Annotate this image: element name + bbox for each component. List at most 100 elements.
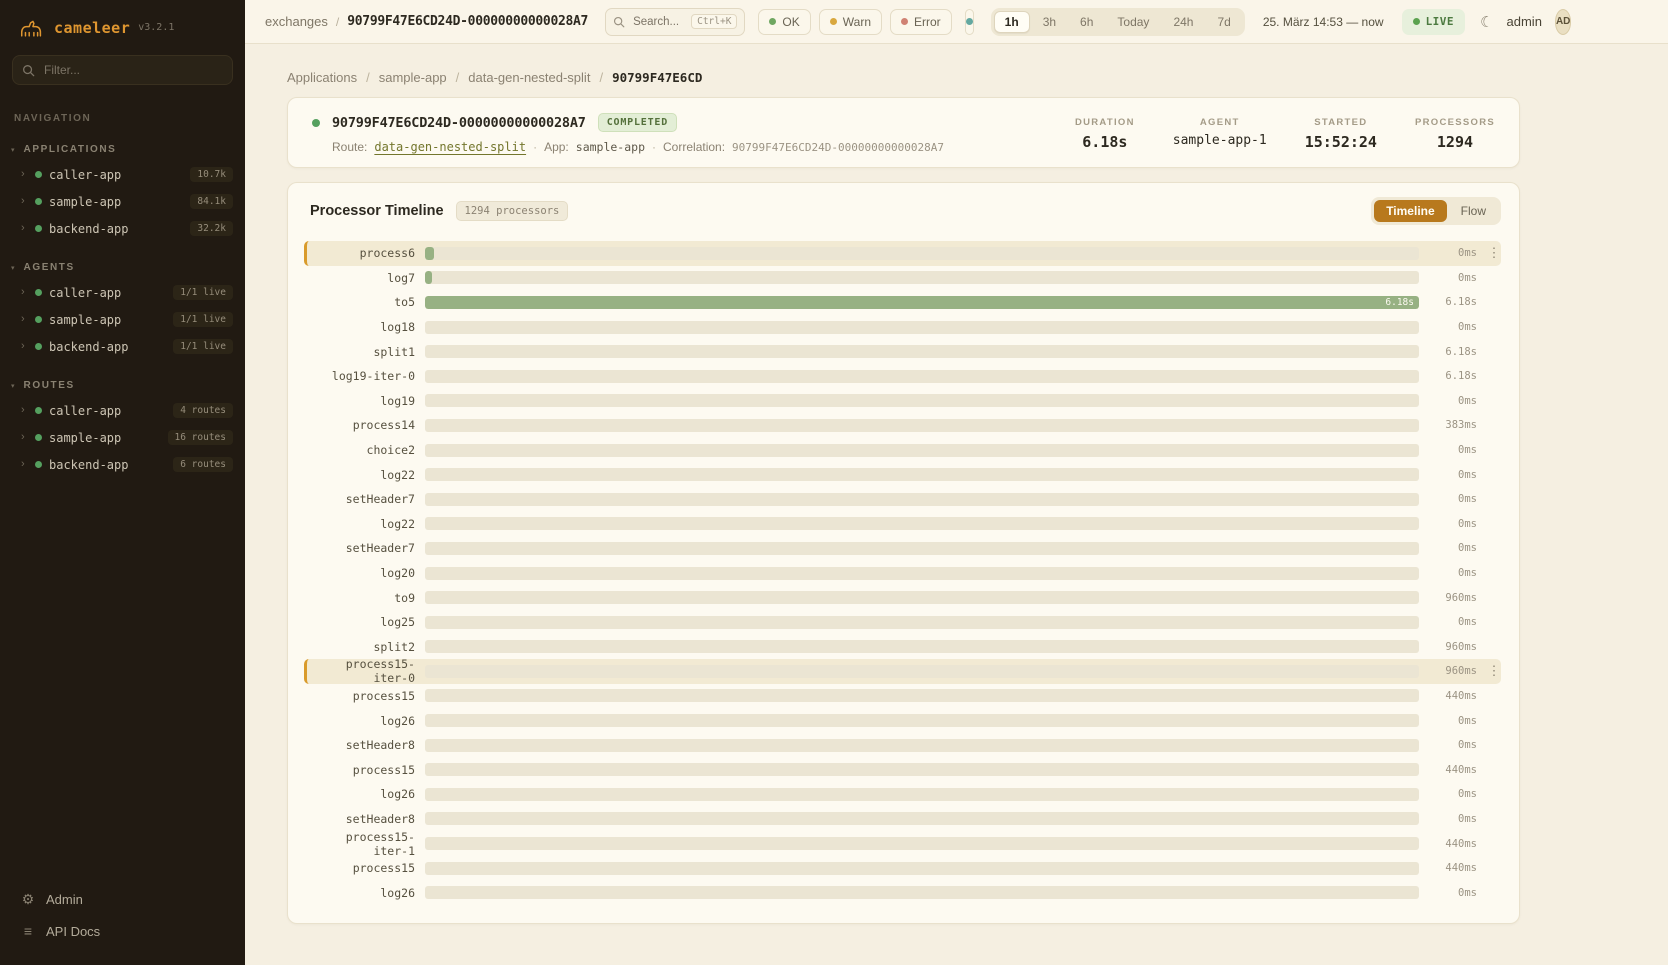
timeline-row-process15-iter-0[interactable]: process15-iter-0960ms⋮ xyxy=(304,659,1501,684)
breadcrumb-separator: / xyxy=(456,70,460,85)
time-range-1h[interactable]: 1h xyxy=(994,11,1030,33)
exchange-meta: Route: data-gen-nested-split · App: samp… xyxy=(332,140,944,154)
breadcrumb-exchanges[interactable]: exchanges xyxy=(265,14,328,29)
collapse-caret-icon: ▾ xyxy=(11,382,15,390)
sidebar-item-label: backend-app xyxy=(49,222,128,236)
timeline-row-setHeader8[interactable]: setHeader80ms⋮ xyxy=(304,807,1501,832)
filter-extra[interactable] xyxy=(965,9,974,35)
time-range-3h[interactable]: 3h xyxy=(1032,11,1067,33)
timeline-row-log19[interactable]: log190ms⋮ xyxy=(304,389,1501,414)
timeline-track xyxy=(425,837,1419,850)
timeline-track xyxy=(425,419,1419,432)
timeline-row-log26[interactable]: log260ms⋮ xyxy=(304,782,1501,807)
view-toggle-flow[interactable]: Flow xyxy=(1449,200,1498,222)
processor-duration: 960ms xyxy=(1429,665,1477,677)
kebab-menu-icon[interactable]: ⋮ xyxy=(1487,663,1501,679)
sidebar-item-backend-app[interactable]: ›backend-app32.2k xyxy=(0,215,245,242)
timeline-row-setHeader7[interactable]: setHeader70ms⋮ xyxy=(304,536,1501,561)
exchange-summary-card: 90799F47E6CD24D-00000000000028A7 COMPLET… xyxy=(287,97,1520,168)
global-search[interactable]: Ctrl+K xyxy=(605,8,745,36)
timeline-row-setHeader7[interactable]: setHeader70ms⋮ xyxy=(304,487,1501,512)
global-search-input[interactable] xyxy=(631,15,685,29)
timeline-track xyxy=(425,886,1419,899)
time-range-today[interactable]: Today xyxy=(1106,11,1160,33)
filter-pill-warn[interactable]: Warn xyxy=(819,9,882,35)
status-dot xyxy=(830,18,837,25)
time-range-7d[interactable]: 7d xyxy=(1206,11,1241,33)
timeline-row-log22[interactable]: log220ms⋮ xyxy=(304,512,1501,537)
timeline-row-process6[interactable]: process60ms⋮ xyxy=(304,241,1501,266)
timeline-row-log25[interactable]: log250ms⋮ xyxy=(304,610,1501,635)
time-range-6h[interactable]: 6h xyxy=(1069,11,1104,33)
sidebar-item-caller-app[interactable]: ›caller-app1/1 live xyxy=(0,279,245,306)
sidebar-filter[interactable] xyxy=(12,55,233,85)
breadcrumb-item-data-gen-nested-split[interactable]: data-gen-nested-split xyxy=(468,70,590,85)
timeline-row-log26[interactable]: log260ms⋮ xyxy=(304,880,1501,905)
timeline-row-to5[interactable]: to56.18s6.18s⋮ xyxy=(304,290,1501,315)
view-toggle-timeline[interactable]: Timeline xyxy=(1374,200,1446,222)
sidebar-item-sample-app[interactable]: ›sample-app84.1k xyxy=(0,188,245,215)
timeline-row-log18[interactable]: log180ms⋮ xyxy=(304,315,1501,340)
sidebar-item-badge: 1/1 live xyxy=(173,285,233,300)
avatar[interactable]: AD xyxy=(1555,9,1571,35)
timeline-row-process15[interactable]: process15440ms⋮ xyxy=(304,684,1501,709)
timeline-row-log22[interactable]: log220ms⋮ xyxy=(304,462,1501,487)
timeline-row-log20[interactable]: log200ms⋮ xyxy=(304,561,1501,586)
timeline-row-choice2[interactable]: choice20ms⋮ xyxy=(304,438,1501,463)
timeline-track xyxy=(425,370,1419,383)
sidebar-item-sample-app[interactable]: ›sample-app1/1 live xyxy=(0,306,245,333)
processor-duration: 0ms xyxy=(1429,247,1477,259)
timeline-row-log19-iter-0[interactable]: log19-iter-06.18s⋮ xyxy=(304,364,1501,389)
timeline-row-process15-iter-1[interactable]: process15-iter-1440ms⋮ xyxy=(304,831,1501,856)
timeline-row-split2[interactable]: split2960ms⋮ xyxy=(304,635,1501,660)
processor-name: to5 xyxy=(312,295,415,309)
timeline-row-setHeader8[interactable]: setHeader80ms⋮ xyxy=(304,733,1501,758)
live-label: LIVE xyxy=(1426,15,1455,28)
timeline-row-log26[interactable]: log260ms⋮ xyxy=(304,708,1501,733)
sidebar-item-backend-app[interactable]: ›backend-app1/1 live xyxy=(0,333,245,360)
timeline-row-log7[interactable]: log70ms⋮ xyxy=(304,266,1501,291)
sidebar-item-caller-app[interactable]: ›caller-app4 routes xyxy=(0,397,245,424)
sidebar-item-backend-app[interactable]: ›backend-app6 routes xyxy=(0,451,245,478)
app-name: sample-app xyxy=(576,140,645,154)
exchange-title-row: 90799F47E6CD24D-00000000000028A7 COMPLET… xyxy=(312,113,944,132)
live-badge[interactable]: LIVE xyxy=(1402,9,1466,35)
processor-name: process15 xyxy=(312,689,415,703)
timeline-row-process15[interactable]: process15440ms⋮ xyxy=(304,856,1501,881)
status-dot xyxy=(35,198,42,205)
moon-icon[interactable]: ☾ xyxy=(1480,13,1493,31)
chevron-right-icon: › xyxy=(21,196,28,207)
timeline-row-process15[interactable]: process15440ms⋮ xyxy=(304,757,1501,782)
timeline-row-split1[interactable]: split16.18s⋮ xyxy=(304,339,1501,364)
time-range-24h[interactable]: 24h xyxy=(1162,11,1204,33)
filter-pill-ok[interactable]: OK xyxy=(758,9,810,35)
route-link[interactable]: data-gen-nested-split xyxy=(374,140,526,154)
timeline-track xyxy=(425,394,1419,407)
filter-pill-error[interactable]: Error xyxy=(890,9,952,35)
section-header-routes[interactable]: ▾ROUTES xyxy=(0,376,245,397)
sidebar-item-caller-app[interactable]: ›caller-app10.7k xyxy=(0,161,245,188)
logo[interactable]: cameleer v3.2.1 xyxy=(0,0,245,45)
sidebar-section-routes: ▾ROUTES›caller-app4 routes›sample-app16 … xyxy=(0,376,245,478)
timeline-track xyxy=(425,321,1419,334)
user-name[interactable]: admin xyxy=(1507,14,1542,29)
processor-duration: 440ms xyxy=(1429,838,1477,850)
sidebar-item-api-docs[interactable]: ≡ API Docs xyxy=(0,915,245,947)
sidebar-item-sample-app[interactable]: ›sample-app16 routes xyxy=(0,424,245,451)
logo-version: v3.2.1 xyxy=(138,22,174,33)
timeline-row-to9[interactable]: to9960ms⋮ xyxy=(304,585,1501,610)
processor-duration: 0ms xyxy=(1429,493,1477,505)
breadcrumb-item-90799f47e6cd: 90799F47E6CD xyxy=(612,70,702,85)
date-range[interactable]: 25. März 14:53 — now xyxy=(1263,15,1384,29)
filter-pill-label: OK xyxy=(782,15,799,29)
status-dot xyxy=(35,316,42,323)
kebab-menu-icon[interactable]: ⋮ xyxy=(1487,245,1501,261)
section-header-agents[interactable]: ▾AGENTS xyxy=(0,258,245,279)
timeline-row-process14[interactable]: process14383ms⋮ xyxy=(304,413,1501,438)
sidebar-filter-input[interactable] xyxy=(42,62,223,78)
breadcrumb-item-sample-app[interactable]: sample-app xyxy=(379,70,447,85)
section-header-applications[interactable]: ▾APPLICATIONS xyxy=(0,140,245,161)
breadcrumb-item-applications[interactable]: Applications xyxy=(287,70,357,85)
status-dot xyxy=(35,343,42,350)
sidebar-item-admin[interactable]: ⚙ Admin xyxy=(0,883,245,915)
